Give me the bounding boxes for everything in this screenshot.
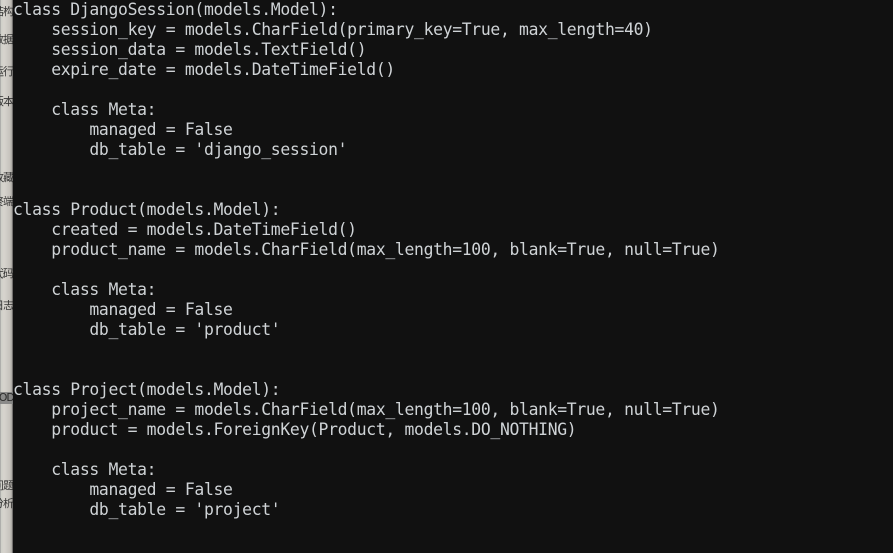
tool-strip-item[interactable]: 收藏 xyxy=(0,172,13,184)
tool-strip-item[interactable]: 问题 xyxy=(0,480,13,492)
code-line: managed = False xyxy=(13,120,233,139)
code-line: session_key = models.CharField(primary_k… xyxy=(13,20,653,39)
tool-strip-item[interactable]: 终端 xyxy=(0,196,13,208)
tool-strip-item[interactable]: 结构 xyxy=(0,6,13,18)
code-line: db_table = 'product' xyxy=(13,320,281,339)
code-line: db_table = 'project' xyxy=(13,500,281,519)
code-line: created = models.DateTimeField() xyxy=(13,220,357,239)
code-line: class Project(models.Model): xyxy=(13,380,281,399)
tool-strip-item[interactable]: 运行 xyxy=(0,66,13,78)
code-line: expire_date = models.DateTimeField() xyxy=(13,60,395,79)
tool-strip-item[interactable]: TODO xyxy=(0,392,13,404)
code-line: class Meta: xyxy=(13,100,157,119)
code-line: session_data = models.TextField() xyxy=(13,40,367,59)
code-editor-pane[interactable]: class DjangoSession(models.Model): sessi… xyxy=(13,0,893,553)
code-line: class DjangoSession(models.Model): xyxy=(13,0,338,19)
code-line: product_name = models.CharField(max_leng… xyxy=(13,240,720,259)
tool-strip-item[interactable]: 日志 xyxy=(0,300,13,312)
code-line: managed = False xyxy=(13,300,233,319)
code-line: db_table = 'django_session' xyxy=(13,140,348,159)
code-line: class Meta: xyxy=(13,460,157,479)
tool-strip-item[interactable]: 版本控制 xyxy=(0,96,13,108)
code-line: class Product(models.Model): xyxy=(13,200,281,219)
code-content[interactable]: class DjangoSession(models.Model): sessi… xyxy=(13,0,720,553)
editor-window: 结构数据库运行版本控制收藏终端代码日志 TODO 问题分析 class Django… xyxy=(0,0,893,553)
code-line: product = models.ForeignKey(Product, mod… xyxy=(13,420,577,439)
code-line: project_name = models.CharField(max_leng… xyxy=(13,400,720,419)
tool-strip-item[interactable]: 数据库 xyxy=(0,34,13,46)
code-line: managed = False xyxy=(13,480,233,499)
vertical-tool-strip[interactable]: 结构数据库运行版本控制收藏终端代码日志 TODO 问题分析 xyxy=(0,0,13,553)
tool-strip-item[interactable]: 代码 xyxy=(0,268,13,280)
code-line: class Meta: xyxy=(13,280,157,299)
tool-strip-item[interactable]: 分析 xyxy=(0,498,13,510)
